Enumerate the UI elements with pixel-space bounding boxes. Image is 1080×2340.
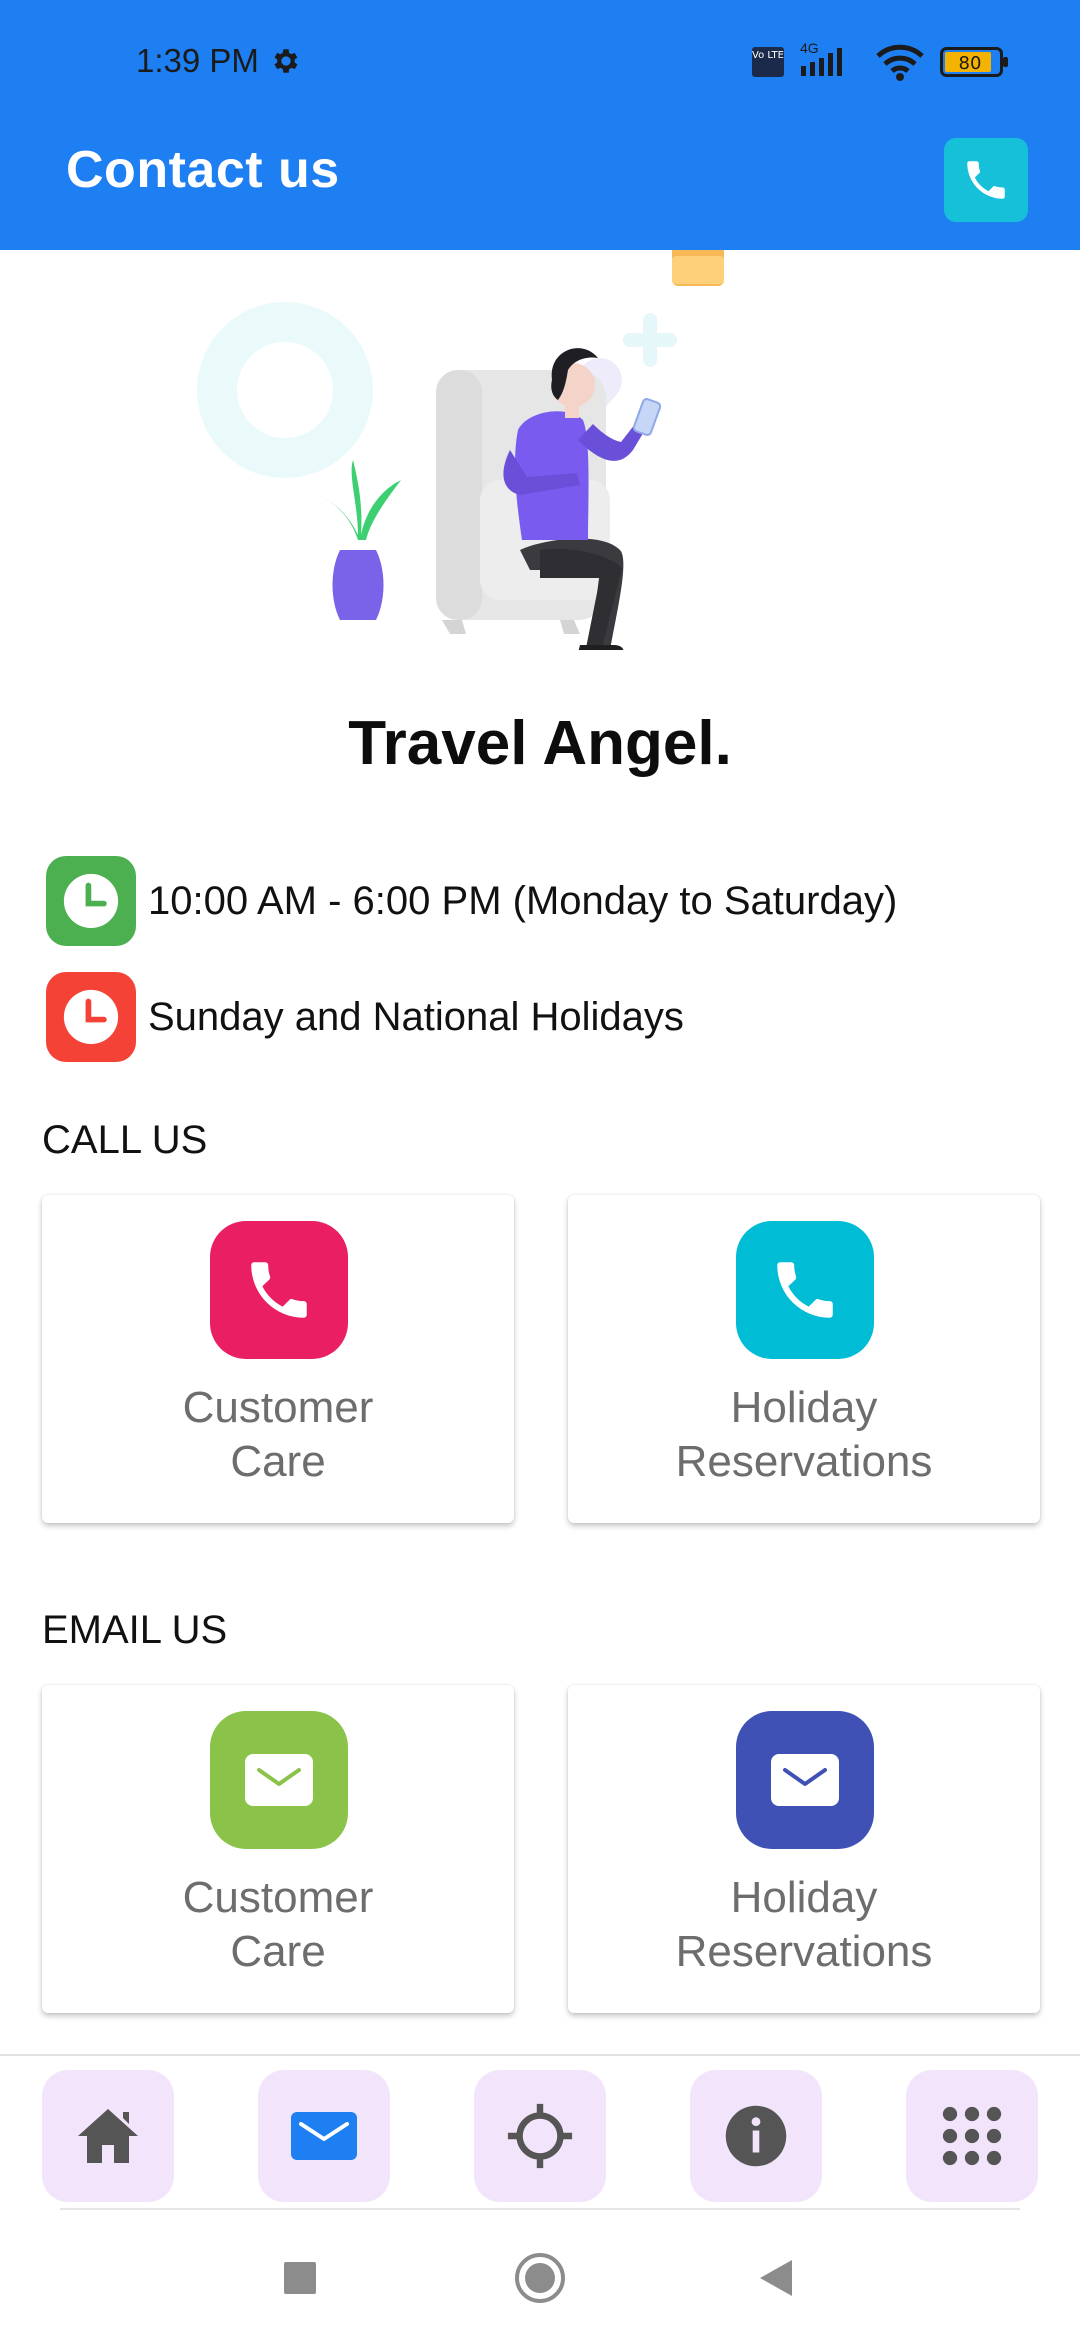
mail-icon [291,2112,357,2160]
mail-icon-badge [736,1711,874,1849]
phone-icon-badge [210,1221,348,1359]
email-customer-care-card[interactable]: Customer Care [42,1685,514,2013]
phone-icon [777,1262,833,1318]
signal-icon [801,48,842,76]
status-bar: 1:39 PM Vo LTE 4G 80 [0,0,1080,124]
crosshair-icon [507,2103,573,2169]
clock-icon [63,989,119,1045]
home-icon [78,2109,138,2163]
grid-icon [942,2106,1002,2166]
card-label: Holiday Reservations [675,1873,933,1976]
clock-badge-closed [46,972,136,1062]
company-name: Travel Angel. [348,709,732,778]
mail-icon [245,1754,313,1806]
nav-email[interactable] [258,2070,390,2202]
gear-icon [274,49,298,73]
contact-illustration [197,250,724,650]
nav-divider [60,2208,1020,2210]
battery-icon: 80 [940,46,1010,78]
card-label: Customer Care [182,1383,374,1486]
hours-open-text: 10:00 AM - 6:00 PM (Monday to Saturday) [148,878,898,923]
nav-home[interactable] [42,2070,174,2202]
email-holiday-reservations-card[interactable]: Holiday Reservations [568,1685,1040,2013]
system-navigation-bar [0,2214,1080,2340]
email-us-heading: EMAIL US [42,1608,228,1652]
phone-icon [967,161,1005,199]
card-label: Holiday Reservations [675,1383,933,1486]
hours-open-row: 10:00 AM - 6:00 PM (Monday to Saturday) [46,856,897,946]
home-circle-icon[interactable] [514,2252,566,2304]
volte-icon: Vo LTE [752,47,784,77]
header-call-button[interactable] [944,138,1028,222]
clock-badge-open [46,856,136,946]
hours-closed-text: Sunday and National Holidays [148,994,684,1039]
status-time: 1:39 PM [136,42,259,79]
info-icon [725,2105,787,2167]
app-header: 1:39 PM Vo LTE 4G 80 Contact us [0,0,1080,250]
battery-level: 80 [959,53,982,74]
wifi-icon [876,44,924,81]
back-icon[interactable] [758,2258,794,2298]
call-customer-care-card[interactable]: Customer Care [42,1195,514,1523]
card-label: Customer Care [182,1873,374,1976]
mail-icon [771,1754,839,1806]
clock-icon [63,873,119,929]
hours-closed-row: Sunday and National Holidays [46,972,684,1062]
call-us-heading: CALL US [42,1118,208,1162]
nav-info[interactable] [690,2070,822,2202]
bottom-navigation [0,2054,1080,2214]
mail-icon-badge [210,1711,348,1849]
phone-icon [251,1262,307,1318]
page-title: Contact us [66,141,340,199]
call-holiday-reservations-card[interactable]: Holiday Reservations [568,1195,1040,1523]
phone-icon-badge [736,1221,874,1359]
nav-locate[interactable] [474,2070,606,2202]
nav-menu[interactable] [906,2070,1038,2202]
recents-icon[interactable] [282,2260,318,2296]
